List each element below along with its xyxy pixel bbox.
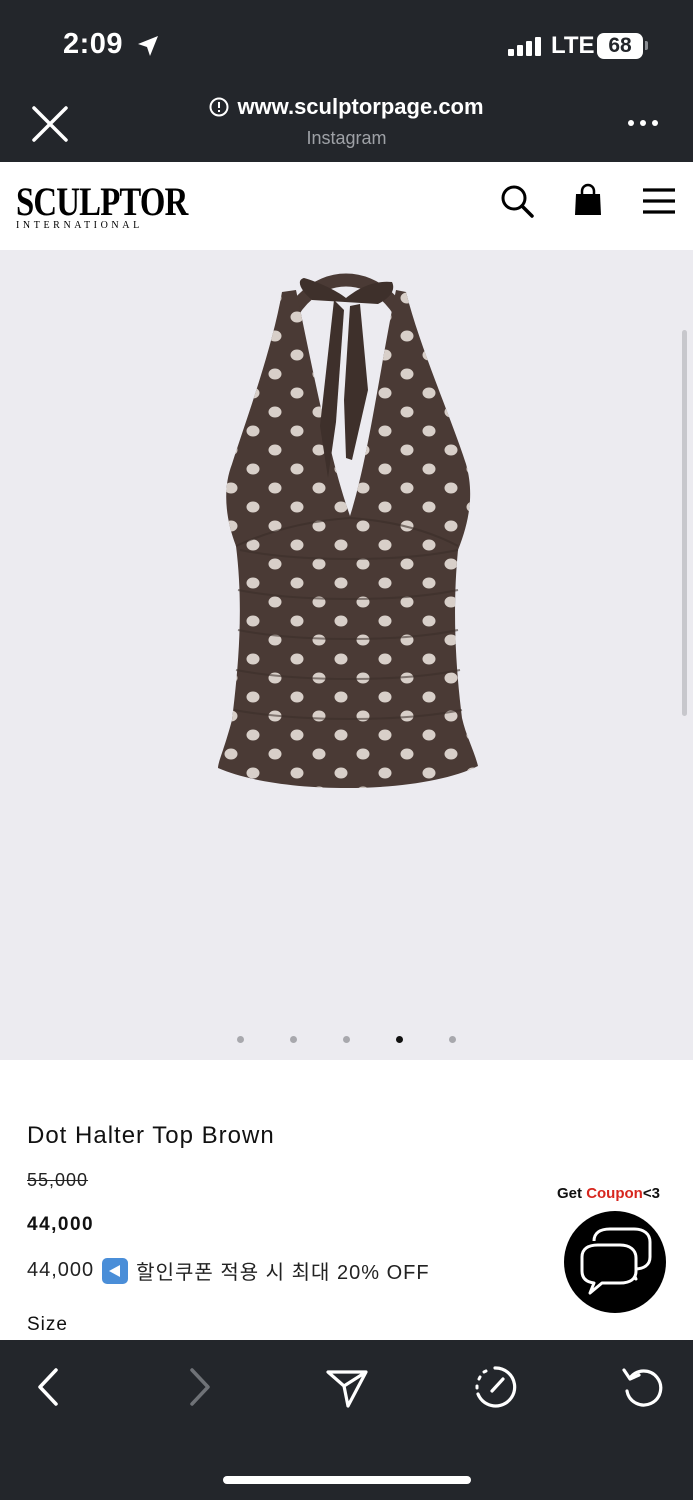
- share-send-icon[interactable]: [324, 1364, 370, 1410]
- coupon-suffix: <3: [642, 1185, 660, 1202]
- chat-button[interactable]: [564, 1211, 666, 1313]
- forward-icon[interactable]: [176, 1364, 222, 1410]
- url-text: www.sculptorpage.com: [237, 94, 484, 119]
- shopping-bag-icon[interactable]: [569, 182, 607, 220]
- original-price: 55,000: [27, 1170, 89, 1190]
- menu-icon[interactable]: [640, 182, 678, 220]
- reload-icon[interactable]: [620, 1364, 666, 1410]
- info-icon: [209, 97, 229, 117]
- battery-icon: [645, 41, 648, 50]
- promo-text: 할인쿠폰 적용 시 최대 20% OFF: [136, 1262, 430, 1284]
- size-label: Size: [27, 1314, 68, 1335]
- browser-toolbar: [0, 1340, 693, 1500]
- logo-wordmark: SCULPTOR: [16, 179, 188, 224]
- url-source: Instagram: [306, 128, 387, 148]
- left-arrow-emoji-icon: [102, 1257, 129, 1284]
- scrollbar[interactable]: [682, 330, 687, 716]
- product-image-gallery[interactable]: [0, 250, 693, 1060]
- web-page: SCULPTOR INTERNATIONAL Dot Halter Top Br…: [0, 162, 693, 1340]
- back-icon[interactable]: [26, 1364, 72, 1410]
- site-logo[interactable]: SCULPTOR INTERNATIONAL: [16, 179, 188, 232]
- gallery-dot[interactable]: [449, 1036, 456, 1043]
- search-icon[interactable]: [498, 182, 536, 220]
- cell-signal-icon: [508, 36, 541, 56]
- promo-price: 44,000: [27, 1259, 95, 1281]
- gallery-pagination: [0, 1036, 693, 1043]
- chat-bubbles-icon: [580, 1227, 652, 1295]
- battery-level: 68: [597, 33, 643, 59]
- gallery-dot[interactable]: [290, 1036, 297, 1043]
- sale-price: 44,000: [27, 1214, 95, 1235]
- network-type: LTE: [551, 32, 595, 59]
- more-options-icon[interactable]: [626, 118, 660, 128]
- coupon-word: Coupon: [586, 1185, 643, 1202]
- speed-dial-icon[interactable]: [472, 1364, 518, 1410]
- coupon-get-text: Get: [557, 1185, 587, 1202]
- url-display[interactable]: www.sculptorpage.com Instagram: [0, 94, 693, 149]
- product-title: Dot Halter Top Brown: [27, 1122, 275, 1149]
- home-indicator[interactable]: [223, 1476, 471, 1484]
- site-header: SCULPTOR INTERNATIONAL: [0, 162, 693, 250]
- product-image: [218, 273, 478, 789]
- coupon-promo: 44,000 할인쿠폰 적용 시 최대 20% OFF: [27, 1256, 430, 1285]
- location-arrow-icon: [138, 36, 158, 56]
- gallery-dot[interactable]: [343, 1036, 350, 1043]
- status-time: 2:09: [63, 28, 124, 60]
- status-bar: 2:09 LTE 68: [0, 0, 693, 90]
- in-app-browser-bar: www.sculptorpage.com Instagram: [0, 90, 693, 162]
- gallery-dot[interactable]: [396, 1036, 403, 1043]
- get-coupon-label[interactable]: Get Coupon<3: [557, 1185, 660, 1202]
- gallery-dot[interactable]: [237, 1036, 244, 1043]
